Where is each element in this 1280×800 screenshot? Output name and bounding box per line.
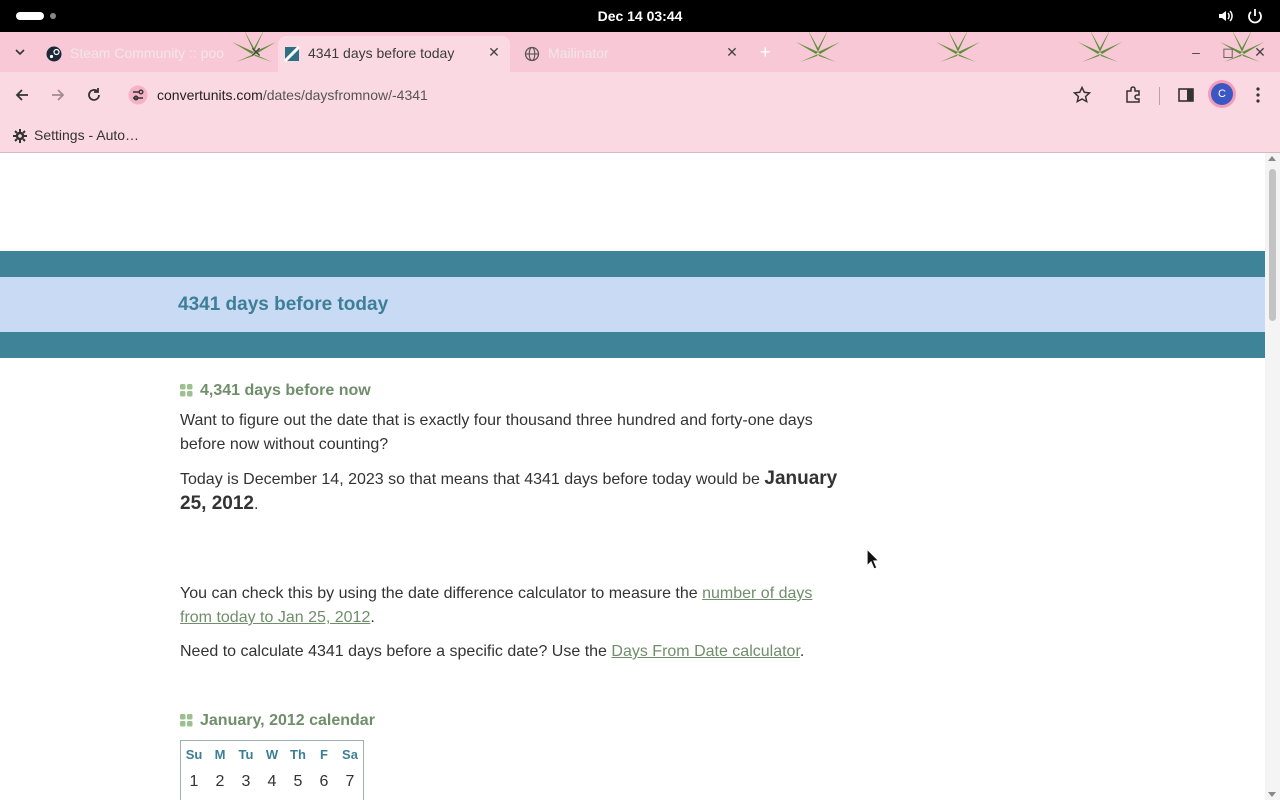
close-icon[interactable]: ✕ [486, 44, 502, 60]
calendar-day: 1 [189, 773, 199, 790]
scroll-down-arrow-icon[interactable] [1268, 792, 1276, 797]
profile-avatar[interactable]: C [1211, 83, 1233, 105]
web-page: 4341 days before today 4,341 days before… [0, 153, 1265, 800]
system-clock[interactable]: Dec 14 03:44 [0, 8, 1280, 24]
tab-title: 4341 days before today [308, 45, 455, 61]
calendar-table: Su M Tu W Th F Sa 1 2 3 4 5 6 7 [180, 740, 364, 800]
weekday-label: W [265, 747, 279, 762]
weekday-label: Su [185, 747, 203, 762]
weekday-label: Tu [238, 747, 254, 762]
need-prefix: Need to calculate 4341 days before a spe… [180, 643, 612, 660]
check-paragraph: You can check this by using the date dif… [180, 582, 845, 630]
days-from-date-link[interactable]: Days From Date calculator [611, 643, 800, 660]
forward-arrow-icon[interactable] [48, 85, 68, 105]
mouse-cursor-icon [866, 548, 880, 570]
tab-title: Steam Community :: poo [70, 45, 225, 61]
convertunits-icon [284, 46, 300, 62]
calendar-day: 4 [267, 773, 277, 790]
close-icon[interactable]: ✕ [724, 44, 740, 60]
page-title: 4341 days before today [178, 294, 389, 315]
chevron-down-icon[interactable] [12, 44, 28, 60]
browser-chrome: Steam Community :: poo ✕ 4341 days befor… [0, 32, 1280, 153]
back-arrow-icon[interactable] [12, 85, 32, 105]
close-window-button[interactable]: ✕ [1250, 42, 1270, 62]
site-info-icon[interactable] [128, 85, 148, 105]
result-period: . [253, 496, 259, 513]
bookmark-label: Settings - Auto… [34, 127, 140, 143]
tab-strip: Steam Community :: poo ✕ 4341 days befor… [0, 32, 1280, 72]
gear-icon [13, 129, 27, 143]
calendar-day: 6 [319, 773, 329, 790]
address-bar[interactable]: convertunits.com/dates/daysfromnow/-4341 [120, 78, 1060, 112]
tab-mailinator[interactable]: Mailinator ✕ [518, 36, 748, 72]
steam-icon [46, 46, 62, 62]
weekday-label: M [214, 747, 226, 762]
calendar-weekday-row: Su M Tu W Th F Sa [181, 741, 363, 767]
header-band-bottom [0, 332, 1265, 358]
power-icon[interactable] [1246, 7, 1264, 25]
url-domain: convertunits.com [157, 87, 263, 103]
tab-steam[interactable]: Steam Community :: poo ✕ [40, 36, 272, 72]
side-panel-icon[interactable] [1176, 85, 1196, 105]
header-band-top [0, 251, 1265, 277]
grid-bullet-icon [180, 384, 193, 397]
weekday-label: F [320, 747, 328, 762]
scroll-up-arrow-icon[interactable] [1268, 156, 1276, 161]
weekday-label: Th [290, 747, 306, 762]
maximize-button[interactable]: ◻ [1218, 42, 1238, 62]
bookmarks-bar: Settings - Auto… [0, 118, 1280, 153]
calendar-day: 2 [215, 773, 225, 790]
grid-bullet-icon [180, 714, 193, 727]
check-period: . [370, 609, 375, 626]
calendar-day: 5 [293, 773, 303, 790]
calendar-week-row: 1 2 3 4 5 6 7 [181, 767, 363, 797]
close-icon[interactable]: ✕ [248, 44, 264, 60]
new-tab-button[interactable]: + [760, 43, 771, 61]
bookmark-star-icon[interactable] [1072, 85, 1092, 105]
need-paragraph: Need to calculate 4341 days before a spe… [180, 640, 845, 664]
tab-title: Mailinator [548, 45, 609, 61]
check-prefix: You can check this by using the date dif… [180, 585, 703, 602]
scroll-thumb[interactable] [1269, 169, 1276, 321]
result-prefix: Today is December 14, 2023 so that means… [180, 471, 765, 488]
tab-days-before-today[interactable]: 4341 days before today ✕ [278, 36, 510, 72]
weekday-label: Sa [342, 747, 358, 762]
system-top-bar: Dec 14 03:44 [0, 0, 1280, 32]
url-path: /dates/daysfromnow/-4341 [262, 87, 428, 103]
globe-icon [524, 46, 540, 62]
calendar-day: 7 [345, 773, 355, 790]
reload-icon[interactable] [84, 85, 104, 105]
minimize-button[interactable]: – [1186, 42, 1206, 62]
toolbar-divider [1159, 87, 1160, 105]
intro-paragraph: Want to figure out the date that is exac… [180, 412, 813, 453]
extensions-icon[interactable] [1123, 85, 1143, 105]
page-scrollbar[interactable] [1265, 153, 1280, 800]
result-paragraph: Today is December 14, 2023 so that means… [180, 467, 845, 517]
need-period: . [799, 643, 805, 660]
volume-icon[interactable] [1217, 7, 1235, 25]
browser-toolbar: convertunits.com/dates/daysfromnow/-4341… [0, 72, 1280, 118]
more-menu-icon[interactable] [1248, 85, 1268, 105]
calendar-day: 3 [241, 773, 251, 790]
calendar-heading-text: January, 2012 calendar [200, 712, 375, 729]
url-text[interactable]: convertunits.com/dates/daysfromnow/-4341 [157, 87, 428, 103]
section-heading-text: 4,341 days before now [200, 382, 371, 399]
